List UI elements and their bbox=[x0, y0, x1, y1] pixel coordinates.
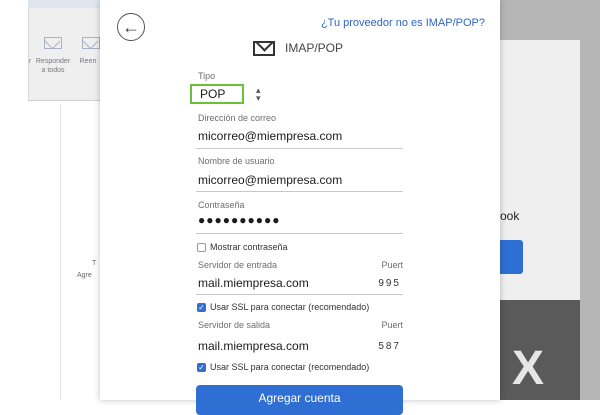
incoming-server-label: Servidor de entrada bbox=[198, 260, 278, 270]
reply-all-icon bbox=[44, 37, 62, 49]
incoming-port-label: Puert bbox=[381, 260, 403, 270]
bg-side-text: Agre bbox=[77, 272, 92, 279]
arrow-left-icon: ← bbox=[122, 17, 140, 37]
chevron-up-down-icon[interactable]: ▴ ▾ bbox=[256, 86, 261, 103]
bg-left-label: r bbox=[28, 58, 32, 65]
envelope-icon bbox=[253, 40, 275, 56]
bg-right-text: ook bbox=[500, 209, 520, 223]
divider bbox=[28, 100, 100, 101]
divider bbox=[60, 104, 61, 400]
add-account-button[interactable]: Agregar cuenta bbox=[196, 385, 403, 415]
email-underline bbox=[196, 148, 403, 149]
password-label: Contraseña bbox=[198, 200, 245, 210]
watermark-x-icon: X bbox=[512, 342, 545, 395]
dialog-title: IMAP/POP bbox=[285, 41, 344, 55]
email-label: Dirección de correo bbox=[198, 113, 277, 123]
checkmark-icon: ✓ bbox=[198, 363, 205, 372]
outgoing-ssl-checkbox[interactable]: ✓ bbox=[197, 363, 206, 372]
background-button[interactable] bbox=[500, 240, 523, 274]
checkmark-icon: ✓ bbox=[198, 303, 205, 312]
outgoing-ssl-label[interactable]: Usar SSL para conectar (recomendado) bbox=[210, 362, 369, 372]
provider-link[interactable]: ¿Tu proveedor no es IMAP/POP? bbox=[321, 17, 485, 29]
outgoing-port-field[interactable]: 587 bbox=[378, 341, 401, 352]
type-select-value: POP bbox=[200, 87, 226, 101]
dialog-header: IMAP/POP bbox=[253, 38, 343, 58]
password-underline bbox=[196, 233, 403, 234]
username-field[interactable]: micorreo@miempresa.com bbox=[198, 173, 342, 187]
password-field[interactable]: ●●●●●●●●●● bbox=[198, 213, 280, 227]
outgoing-port-label: Puert bbox=[381, 320, 403, 330]
incoming-ssl-label[interactable]: Usar SSL para conectar (recomendado) bbox=[210, 302, 369, 312]
type-select[interactable]: POP bbox=[190, 84, 244, 104]
back-button[interactable]: ← bbox=[117, 13, 145, 41]
forward-icon bbox=[82, 37, 100, 49]
bg-side-text: T bbox=[92, 260, 97, 267]
outgoing-server-label: Servidor de salida bbox=[198, 320, 271, 330]
incoming-server-underline bbox=[196, 294, 403, 295]
email-field[interactable]: micorreo@miempresa.com bbox=[198, 129, 342, 143]
type-label: Tipo bbox=[198, 71, 216, 81]
reply-all-label[interactable]: Responder a todos bbox=[34, 57, 72, 75]
forward-label[interactable]: Reen bbox=[76, 57, 100, 66]
incoming-port-field[interactable]: 995 bbox=[378, 278, 401, 289]
imap-pop-dialog: ← ¿Tu proveedor no es IMAP/POP? IMAP/POP… bbox=[100, 0, 500, 415]
show-password-label[interactable]: Mostrar contraseña bbox=[210, 242, 288, 252]
incoming-ssl-checkbox[interactable]: ✓ bbox=[197, 303, 206, 312]
outgoing-server-field[interactable]: mail.miempresa.com bbox=[198, 339, 309, 353]
incoming-server-field[interactable]: mail.miempresa.com bbox=[198, 276, 309, 290]
show-password-checkbox[interactable] bbox=[197, 243, 206, 252]
background-message-list bbox=[28, 100, 100, 401]
username-underline bbox=[196, 191, 403, 192]
background-titlebar bbox=[28, 0, 100, 8]
username-label: Nombre de usuario bbox=[198, 156, 275, 166]
